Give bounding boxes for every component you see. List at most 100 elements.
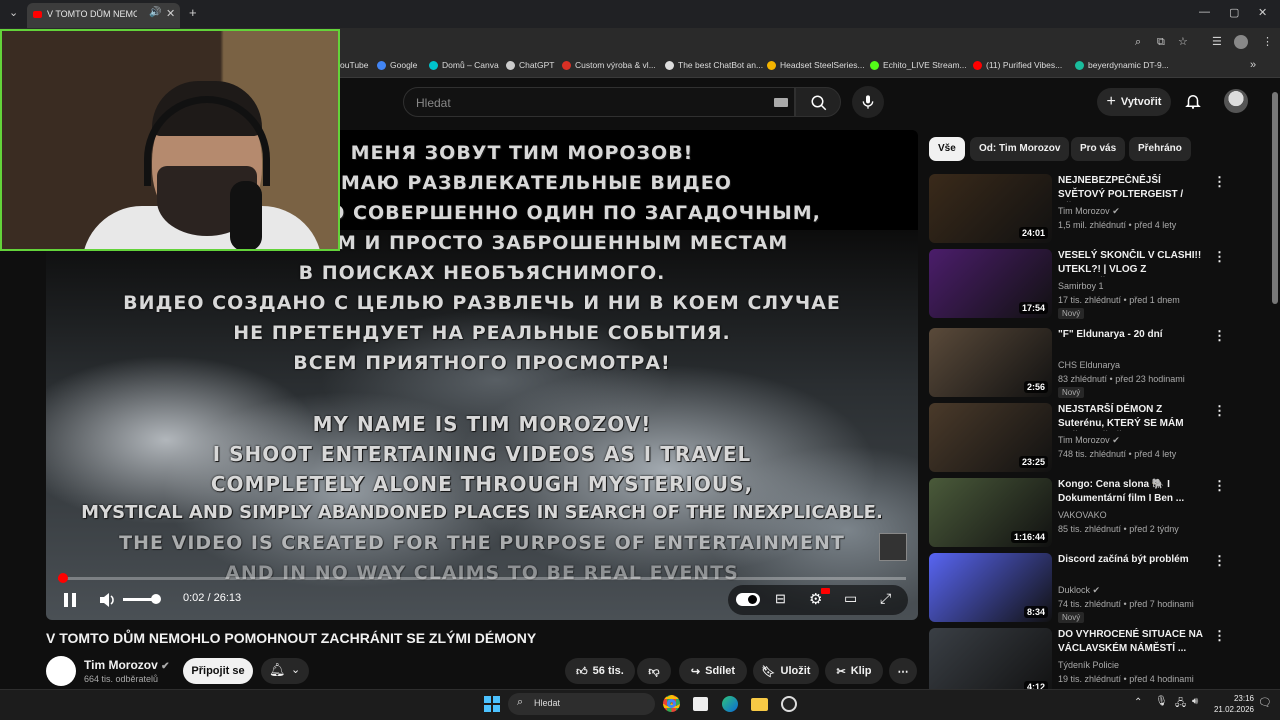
theater-mode-icon[interactable]: ▭ (844, 590, 857, 607)
join-button[interactable]: Připojit se (183, 658, 253, 684)
recommendation-title[interactable]: Kongo: Cena slona 🐘 I Dokumentární film … (1058, 478, 1208, 506)
pause-icon[interactable] (63, 592, 77, 608)
minimize-window-icon[interactable]: — (1199, 6, 1210, 18)
bookmark-item[interactable]: ouTube (340, 60, 369, 70)
more-vertical-icon[interactable]: ⋮ (1213, 328, 1226, 344)
recommendation-thumbnail[interactable]: 4:12 (929, 628, 1052, 697)
more-vertical-icon[interactable]: ⋮ (1213, 553, 1226, 569)
chip-for-you[interactable]: Pro vás (1071, 137, 1126, 161)
recommendation-item[interactable]: 23:25 NEJSTARŠÍ DÉMON Z Suterénu, KTERÝ S… (929, 403, 1259, 475)
account-avatar[interactable] (1224, 89, 1248, 113)
page-scrollbar[interactable] (1272, 92, 1278, 304)
recommendation-channel[interactable]: Týdeník Policie (1058, 660, 1119, 670)
tab-audio-icon[interactable]: 🔊 (149, 7, 161, 18)
recommendation-item[interactable]: 8:34 Discord začíná být problém Duklock ✔ 7… (929, 553, 1259, 625)
chip-watched[interactable]: Přehráno (1129, 137, 1191, 161)
more-actions-button[interactable]: ⋯ (889, 658, 917, 684)
more-vertical-icon[interactable]: ⋮ (1213, 403, 1226, 419)
chip-all[interactable]: Vše (929, 137, 965, 161)
bookmark-item[interactable]: Domů – Canva (429, 60, 499, 70)
recommendation-thumbnail[interactable]: 17:54 (929, 249, 1052, 318)
zoom-icon[interactable]: ⌕ (1135, 36, 1141, 49)
clip-button[interactable]: ✂ Klip (825, 658, 883, 684)
progress-bar[interactable] (58, 573, 906, 583)
bookmark-item[interactable]: The best ChatBot an... (665, 60, 763, 70)
bookmark-item[interactable]: beyerdynamic DT-9... (1075, 60, 1169, 70)
recommendation-title[interactable]: Discord začíná být problém (1058, 553, 1208, 567)
recommendation-title[interactable]: "F" Eldunarya - 20 dní (1058, 328, 1208, 342)
notifications-bell-icon[interactable] (1184, 92, 1202, 110)
bookmark-item[interactable]: Google (377, 60, 417, 70)
progress-scrubber[interactable] (58, 573, 68, 583)
install-app-icon[interactable]: ⧉ (1157, 36, 1165, 49)
new-tab-icon[interactable]: + (189, 5, 197, 20)
notifications-icon[interactable]: 🗨 (1258, 696, 1272, 709)
more-vertical-icon[interactable]: ⋮ (1213, 628, 1226, 644)
volume-icon[interactable] (99, 592, 117, 608)
recommendation-thumbnail[interactable]: 2:56 (929, 328, 1052, 397)
reading-list-icon[interactable]: ☰ (1212, 35, 1222, 48)
recommendation-thumbnail[interactable]: 24:01 (929, 174, 1052, 243)
tab-list-chevron-icon[interactable]: ⌄ (9, 6, 18, 19)
recommendation-thumbnail[interactable]: 1:16:44 (929, 478, 1052, 547)
share-button[interactable]: ↪ Sdílet (679, 658, 747, 684)
recommendation-item[interactable]: 1:16:44 Kongo: Cena slona 🐘 I Dokumentárn… (929, 478, 1259, 550)
bookmark-item[interactable]: Echito_LIVE Stream... (870, 60, 967, 70)
search-button[interactable] (795, 87, 841, 117)
recommendation-title[interactable]: VESELÝ SKONČIL V CLASHI!! UTEKL?! | VLOG… (1058, 249, 1208, 277)
autoplay-toggle[interactable] (736, 593, 760, 606)
more-vertical-icon[interactable]: ⋮ (1213, 478, 1226, 494)
tray-chevron-icon[interactable]: ⌃ (1134, 697, 1142, 708)
recommendation-title[interactable]: NEJSTARŠÍ DÉMON Z Suterénu, KTERÝ SE MÁM… (1058, 403, 1208, 431)
voice-search-button[interactable] (852, 86, 884, 118)
more-vertical-icon[interactable]: ⋮ (1213, 174, 1226, 190)
edge-taskbar-icon[interactable] (722, 696, 738, 712)
recommendation-channel[interactable]: Tim Morozov ✔ (1058, 206, 1120, 217)
windows-start-icon[interactable] (484, 696, 500, 712)
recommendation-title[interactable]: NEJNEBEZPEČNĚJŠÍ SVĚTOVÝ POLTERGEIST / D… (1058, 174, 1208, 202)
chrome-taskbar-icon[interactable] (663, 695, 680, 712)
recommendation-title[interactable]: DO VYHROCENÉ SITUACE NA VÁCLAVSKÉM NÁMĚS… (1058, 628, 1208, 656)
restore-window-icon[interactable]: ▢ (1229, 6, 1239, 19)
tray-network-icon[interactable]: 🖧 (1175, 696, 1186, 713)
recommendation-channel[interactable]: Samirboy 1 (1058, 281, 1104, 291)
bookmarks-overflow-icon[interactable]: » (1250, 59, 1256, 71)
close-window-icon[interactable]: ✕ (1258, 6, 1267, 19)
tray-volume-icon[interactable]: 🔊︎ (1192, 696, 1198, 707)
subscription-bell-button[interactable]: 🔔︎ ⌄ (261, 658, 309, 684)
volume-slider-knob[interactable] (151, 594, 161, 604)
bookmark-item[interactable]: Headset SteelSeries... (767, 60, 865, 70)
browser-menu-icon[interactable]: ⋮ (1262, 35, 1273, 48)
recommendation-item[interactable]: 2:56 "F" Eldunarya - 20 dní CHS Eldunarya 8… (929, 328, 1259, 400)
recommendation-item[interactable]: 24:01 NEJNEBEZPEČNĚJŠÍ SVĚTOVÝ POLTERGEIS… (929, 174, 1259, 246)
recommendation-channel[interactable]: Duklock ✔ (1058, 585, 1100, 596)
obs-taskbar-icon[interactable] (781, 696, 797, 712)
profile-avatar-icon[interactable] (1234, 35, 1248, 49)
channel-avatar[interactable] (46, 656, 76, 686)
recommendation-item[interactable]: 4:12 DO VYHROCENÉ SITUACE NA VÁCLAVSKÉM N… (929, 628, 1259, 697)
recommendation-channel[interactable]: VAKOVAKO (1058, 510, 1107, 520)
subtitles-icon[interactable]: ⊟ (775, 591, 786, 607)
recommendation-thumbnail[interactable]: 8:34 (929, 553, 1052, 622)
taskbar-clock[interactable]: 23:16 21.02.2026 (1208, 693, 1254, 715)
more-vertical-icon[interactable]: ⋮ (1213, 249, 1226, 265)
search-input[interactable]: Hledat (403, 87, 795, 117)
channel-name[interactable]: Tim Morozov ✔ (84, 658, 170, 672)
channel-watermark[interactable] (879, 533, 907, 561)
chip-from-channel[interactable]: Od: Tim Morozov (970, 137, 1070, 161)
browser-tab[interactable]: V TOMTO DŮM NEMOHLO 🔊 ✕ (27, 3, 180, 28)
bookmark-star-icon[interactable]: ☆ (1178, 35, 1188, 48)
recommendation-channel[interactable]: Tim Morozov ✔ (1058, 435, 1120, 446)
recommendation-channel[interactable]: CHS Eldunarya (1058, 360, 1120, 370)
recommendation-thumbnail[interactable]: 23:25 (929, 403, 1052, 472)
create-button[interactable]: + Vytvořit (1097, 88, 1171, 116)
keyboard-icon[interactable] (774, 98, 788, 107)
store-taskbar-icon[interactable] (693, 697, 708, 711)
bookmark-item[interactable]: Custom výroba & vl... (562, 60, 656, 70)
save-button[interactable]: 🔖︎ Uložit (753, 658, 819, 684)
tray-microphone-icon[interactable]: 🎙︎ (1155, 696, 1168, 707)
bookmark-item[interactable]: (11) Purified Vibes... (973, 60, 1062, 70)
tab-close-icon[interactable]: ✕ (166, 7, 175, 20)
fullscreen-icon[interactable]: ⤢ (880, 590, 891, 607)
taskbar-search[interactable]: ⌕ Hledat (508, 693, 655, 715)
